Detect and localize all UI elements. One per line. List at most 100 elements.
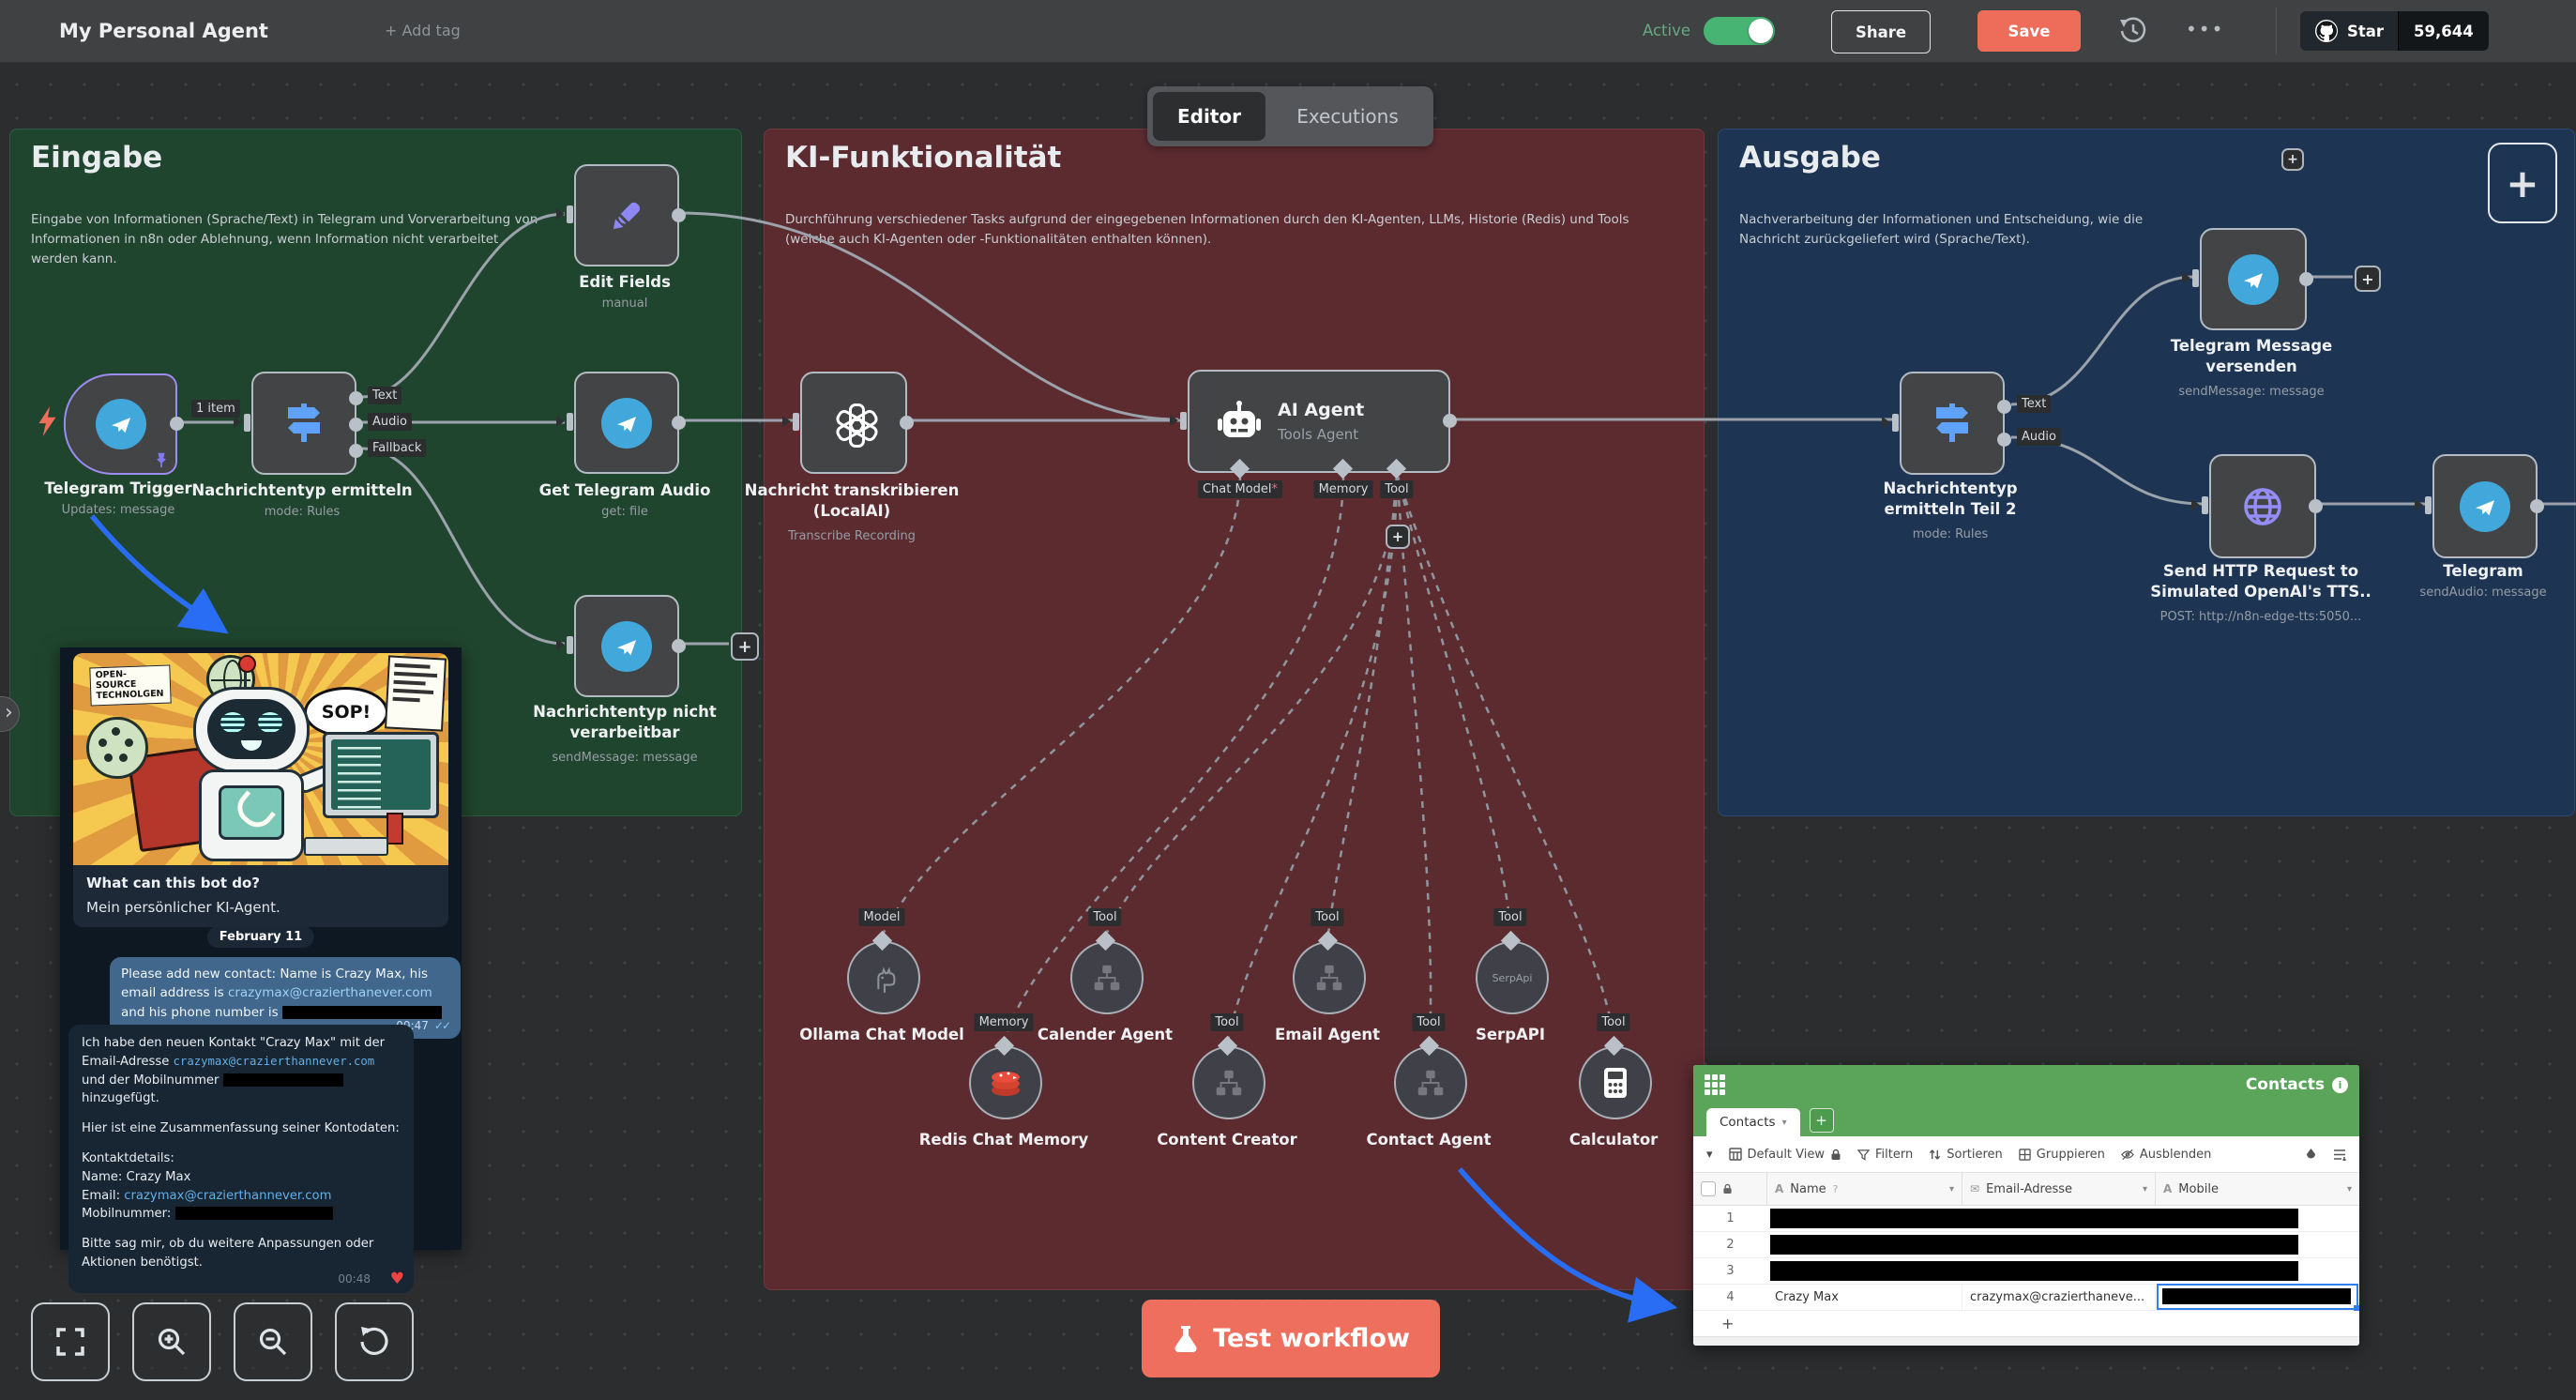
- add-node-plus-button[interactable]: +: [731, 632, 759, 661]
- node-nachrichtentyp-ermitteln[interactable]: [251, 372, 356, 475]
- column-header-name[interactable]: AName?▾: [1767, 1173, 1962, 1205]
- output-port[interactable]: [170, 417, 184, 431]
- node-telegram-message-versenden[interactable]: [2200, 228, 2307, 330]
- cell-name[interactable]: Crazy Max: [1767, 1285, 1962, 1310]
- cell-email[interactable]: crazymax@crazierthaneve...: [1962, 1285, 2156, 1310]
- input-port[interactable]: [244, 414, 250, 432]
- zoom-in-button[interactable]: [132, 1302, 211, 1381]
- node-telegram-trigger[interactable]: [64, 373, 177, 475]
- input-port[interactable]: [567, 636, 573, 654]
- info-icon[interactable]: i: [2332, 1077, 2348, 1093]
- add-tool-plus-button[interactable]: +: [1386, 525, 1410, 549]
- view-selector[interactable]: Default View: [1729, 1148, 1841, 1162]
- email-link[interactable]: crazymax@crazierthannever.com: [124, 1189, 331, 1203]
- n8n-workflow-editor: Eingabe Eingabe von Informationen (Sprac…: [0, 0, 2576, 1400]
- active-toggle[interactable]: [1704, 17, 1775, 45]
- row-height-button[interactable]: [2333, 1149, 2346, 1161]
- table-row[interactable]: 4 Crazy Max crazymax@crazierthaneve...: [1693, 1285, 2359, 1311]
- input-port[interactable]: [567, 205, 573, 223]
- reset-view-button[interactable]: [335, 1302, 414, 1381]
- input-port[interactable]: [2192, 269, 2199, 287]
- table-row[interactable]: 3: [1693, 1258, 2359, 1285]
- filter-button[interactable]: Filtern: [1857, 1148, 1913, 1162]
- save-button[interactable]: Save: [1977, 10, 2081, 52]
- tool-email-agent[interactable]: [1293, 941, 1366, 1014]
- tab-editor[interactable]: Editor: [1153, 92, 1265, 141]
- output-port[interactable]: [900, 416, 914, 430]
- history-icon[interactable]: [2118, 16, 2148, 46]
- node-label: Nachricht transkribieren (LocalAI): [743, 480, 961, 523]
- node-telegram-audio-out[interactable]: [2432, 454, 2538, 558]
- add-node-plus-button[interactable]: +: [2355, 266, 2381, 292]
- node-subtitle: mode: Rules: [1913, 527, 1988, 541]
- tab-executions[interactable]: Executions: [1265, 86, 1430, 146]
- output-port[interactable]: [2530, 499, 2544, 513]
- email-link[interactable]: crazymax@crazierthanever.com: [228, 985, 432, 1000]
- node-ai-agent[interactable]: AI Agent Tools Agent: [1188, 370, 1450, 473]
- output-port[interactable]: [1443, 414, 1457, 428]
- input-port[interactable]: [2425, 496, 2432, 514]
- node-nachrichtentyp-ermitteln-teil-2[interactable]: [1900, 372, 2005, 475]
- tool-content-creator[interactable]: [1192, 1046, 1265, 1119]
- column-header-mobile[interactable]: AMobile▾: [2156, 1173, 2359, 1205]
- input-port[interactable]: [567, 413, 573, 431]
- group-button[interactable]: Gruppieren: [2019, 1148, 2105, 1162]
- input-port[interactable]: [1180, 412, 1187, 430]
- tab-contacts[interactable]: Contacts▾: [1706, 1108, 1800, 1136]
- more-options-button[interactable]: •••: [2186, 0, 2224, 58]
- selected-cell-mobile[interactable]: [2157, 1284, 2358, 1310]
- output-port-audio[interactable]: [349, 418, 363, 432]
- column-header-email[interactable]: ✉Email-Adresse▾: [1962, 1173, 2156, 1205]
- output-port-audio[interactable]: [1997, 433, 2011, 447]
- workflow-icon: [1312, 961, 1346, 995]
- tool-contact-agent[interactable]: [1394, 1046, 1467, 1119]
- output-port-text[interactable]: [349, 391, 363, 405]
- output-port[interactable]: [672, 208, 686, 222]
- chat-date-chip: February 11: [207, 926, 314, 948]
- sort-button[interactable]: Sortieren: [1929, 1148, 2003, 1162]
- hide-fields-button[interactable]: Ausblenden: [2121, 1148, 2212, 1162]
- node-nachricht-transkribieren[interactable]: [800, 372, 907, 474]
- node-label: Telegram: [2443, 561, 2523, 582]
- node-get-telegram-audio[interactable]: [574, 372, 679, 474]
- output-port-text[interactable]: [1997, 400, 2011, 414]
- share-button[interactable]: Share: [1831, 10, 1931, 53]
- input-port[interactable]: [793, 413, 799, 431]
- sort-arrows-icon: [1929, 1149, 1941, 1161]
- add-tag-button[interactable]: + Add tag: [385, 0, 461, 62]
- node-nachrichtentyp-nicht-verarbeitbar[interactable]: [574, 595, 679, 697]
- paint-drop-icon: [2305, 1148, 2317, 1161]
- tool-calender-agent[interactable]: [1070, 941, 1144, 1014]
- output-port[interactable]: [672, 639, 686, 653]
- input-port[interactable]: [1892, 414, 1899, 432]
- view-chevron-icon[interactable]: ▾: [1706, 1148, 1713, 1162]
- fit-view-button[interactable]: [31, 1302, 110, 1381]
- github-star-widget[interactable]: Star 59,644: [2300, 11, 2489, 51]
- test-workflow-button[interactable]: Test workflow: [1142, 1300, 1440, 1377]
- paint-button[interactable]: [2305, 1148, 2317, 1161]
- add-table-button[interactable]: +: [1810, 1108, 1834, 1133]
- output-port-fallback[interactable]: [349, 444, 363, 458]
- select-all-checkbox[interactable]: [1701, 1181, 1716, 1196]
- output-port[interactable]: [2299, 272, 2313, 286]
- github-star-button[interactable]: Star: [2300, 11, 2398, 51]
- robot-icon: [1214, 396, 1265, 447]
- tool-calculator[interactable]: [1579, 1046, 1652, 1119]
- output-port[interactable]: [2309, 499, 2323, 513]
- zoom-out-button[interactable]: [234, 1302, 312, 1381]
- tool-serpapi[interactable]: SerpApi: [1476, 941, 1549, 1014]
- port-label-text: Text: [368, 387, 402, 404]
- add-node-plus-button[interactable]: +: [2281, 148, 2304, 171]
- add-row-button[interactable]: +: [1693, 1311, 2359, 1336]
- output-port[interactable]: [672, 416, 686, 430]
- tool-redis-chat-memory[interactable]: [969, 1046, 1042, 1119]
- table-row[interactable]: 2: [1693, 1232, 2359, 1258]
- apps-grid-icon[interactable]: [1705, 1074, 1725, 1095]
- table-row[interactable]: 1: [1693, 1206, 2359, 1232]
- workflow-title[interactable]: My Personal Agent: [59, 0, 268, 62]
- node-send-http-request[interactable]: [2209, 454, 2316, 558]
- node-edit-fields[interactable]: [574, 164, 679, 266]
- tool-ollama-chat-model[interactable]: [847, 941, 920, 1014]
- section-add-plus-button[interactable]: +: [2488, 143, 2557, 223]
- input-port[interactable]: [2202, 496, 2208, 514]
